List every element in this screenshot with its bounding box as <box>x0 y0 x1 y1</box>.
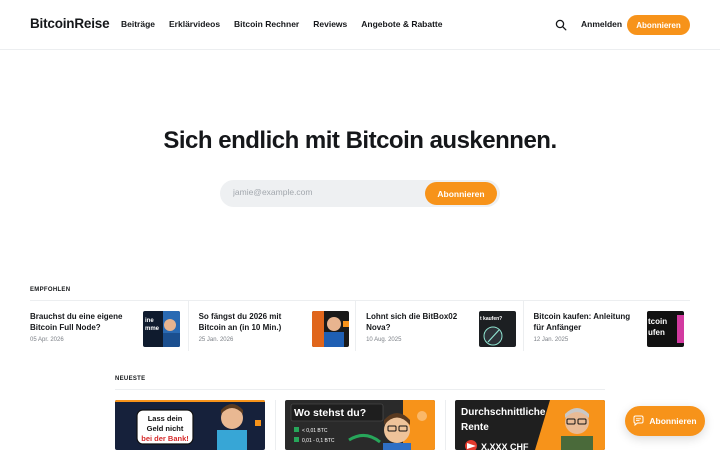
site-logo[interactable]: BitcoinReise <box>30 16 110 31</box>
svg-text:ine: ine <box>145 318 154 324</box>
featured-list: Brauchst du eine eigene Bitcoin Full Nod… <box>30 301 690 351</box>
newest-card-thumbnail[interactable]: Durchschnittliche Rente X.XXX CHF <box>455 400 605 450</box>
newest-card-headline: Rente <box>461 422 489 433</box>
featured-item[interactable]: Bitcoin kaufen: Anleitung für Anfänger 1… <box>522 301 690 351</box>
featured-item-thumbnail[interactable] <box>311 311 349 347</box>
nav-item-bitcoin-rechner[interactable]: Bitcoin Rechner <box>234 19 299 29</box>
featured-item-date: 12 Jan. 2025 <box>533 337 569 343</box>
newest-card-headline: Geld nicht <box>147 424 184 433</box>
featured-item-title[interactable]: So fängst du 2026 mit Bitcoin an (in 10 … <box>199 311 303 333</box>
portal-subscribe-button[interactable]: Abonnieren <box>625 406 705 436</box>
featured-item[interactable]: Brauchst du eine eigene Bitcoin Full Nod… <box>30 301 188 351</box>
newest-card-row: < 0,01 BTC <box>302 428 328 434</box>
newest-card-headline: Wo stehst du? <box>294 407 366 419</box>
card-divider <box>445 400 446 450</box>
featured-item[interactable]: Lohnt sich die BitBox02 Nova? 10 Aug. 20… <box>355 301 522 351</box>
svg-text:ufen: ufen <box>648 328 665 337</box>
main-nav: Beiträge Erklärvideos Bitcoin Rechner Re… <box>121 19 443 29</box>
featured-item-date: 10 Aug. 2025 <box>366 337 402 343</box>
signup-form: Abonnieren <box>220 180 500 207</box>
featured-item-thumbnail[interactable]: ine mme <box>143 311 180 347</box>
newest-card-headline: Lass dein <box>148 414 183 423</box>
featured-item-title[interactable]: Lohnt sich die BitBox02 Nova? <box>366 311 470 333</box>
nav-item-reviews[interactable]: Reviews <box>313 19 347 29</box>
featured-item[interactable]: So fängst du 2026 mit Bitcoin an (in 10 … <box>187 301 355 351</box>
newest-card-thumbnail[interactable]: Wo stehst du? < 0,01 BTC 0,01 - 0,1 BTC <box>285 400 435 450</box>
chat-icon <box>633 415 644 428</box>
newest-label: NEUESTE <box>115 376 146 382</box>
login-link[interactable]: Anmelden <box>581 19 622 29</box>
newest-card-thumbnail[interactable]: Lass dein Geld nicht bei der Bank! <box>115 400 265 450</box>
featured-item-thumbnail[interactable]: t kaufen? <box>479 311 517 347</box>
featured-item-title[interactable]: Brauchst du eine eigene Bitcoin Full Nod… <box>30 311 134 333</box>
featured-item-date: 05 Apr. 2026 <box>30 337 64 343</box>
svg-text:tcoin: tcoin <box>648 317 667 326</box>
featured-label: EMPFOHLEN <box>30 287 71 293</box>
newest-card-row: 0,01 - 0,1 BTC <box>302 438 335 444</box>
svg-text:t kaufen?: t kaufen? <box>480 316 502 322</box>
signup-subscribe-button[interactable]: Abonnieren <box>425 182 497 205</box>
newest-card-headline: Durchschnittliche <box>461 407 546 418</box>
newest-card-footer: X.XXX CHF <box>481 442 529 450</box>
svg-text:mme: mme <box>145 326 160 332</box>
featured-item-thumbnail[interactable]: tcoin ufen <box>646 311 684 347</box>
featured-item-title[interactable]: Bitcoin kaufen: Anleitung für Anfänger <box>534 311 638 333</box>
portal-label: Abonnieren <box>649 416 697 426</box>
search-icon[interactable] <box>555 18 567 31</box>
subscribe-button[interactable]: Abonnieren <box>627 15 690 35</box>
email-input[interactable] <box>233 187 413 197</box>
site-header: BitcoinReise Beiträge Erklärvideos Bitco… <box>0 0 720 50</box>
hero-title: Sich endlich mit Bitcoin auskennen. <box>163 127 557 154</box>
nav-item-angebote[interactable]: Angebote & Rabatte <box>361 19 442 29</box>
newest-divider <box>115 389 605 390</box>
nav-item-erklaervideos[interactable]: Erklärvideos <box>169 19 220 29</box>
featured-item-date: 25 Jan. 2026 <box>198 337 234 343</box>
card-divider <box>275 400 276 450</box>
newest-card-headline: bei der Bank! <box>141 434 189 443</box>
nav-item-beitraege[interactable]: Beiträge <box>121 19 155 29</box>
